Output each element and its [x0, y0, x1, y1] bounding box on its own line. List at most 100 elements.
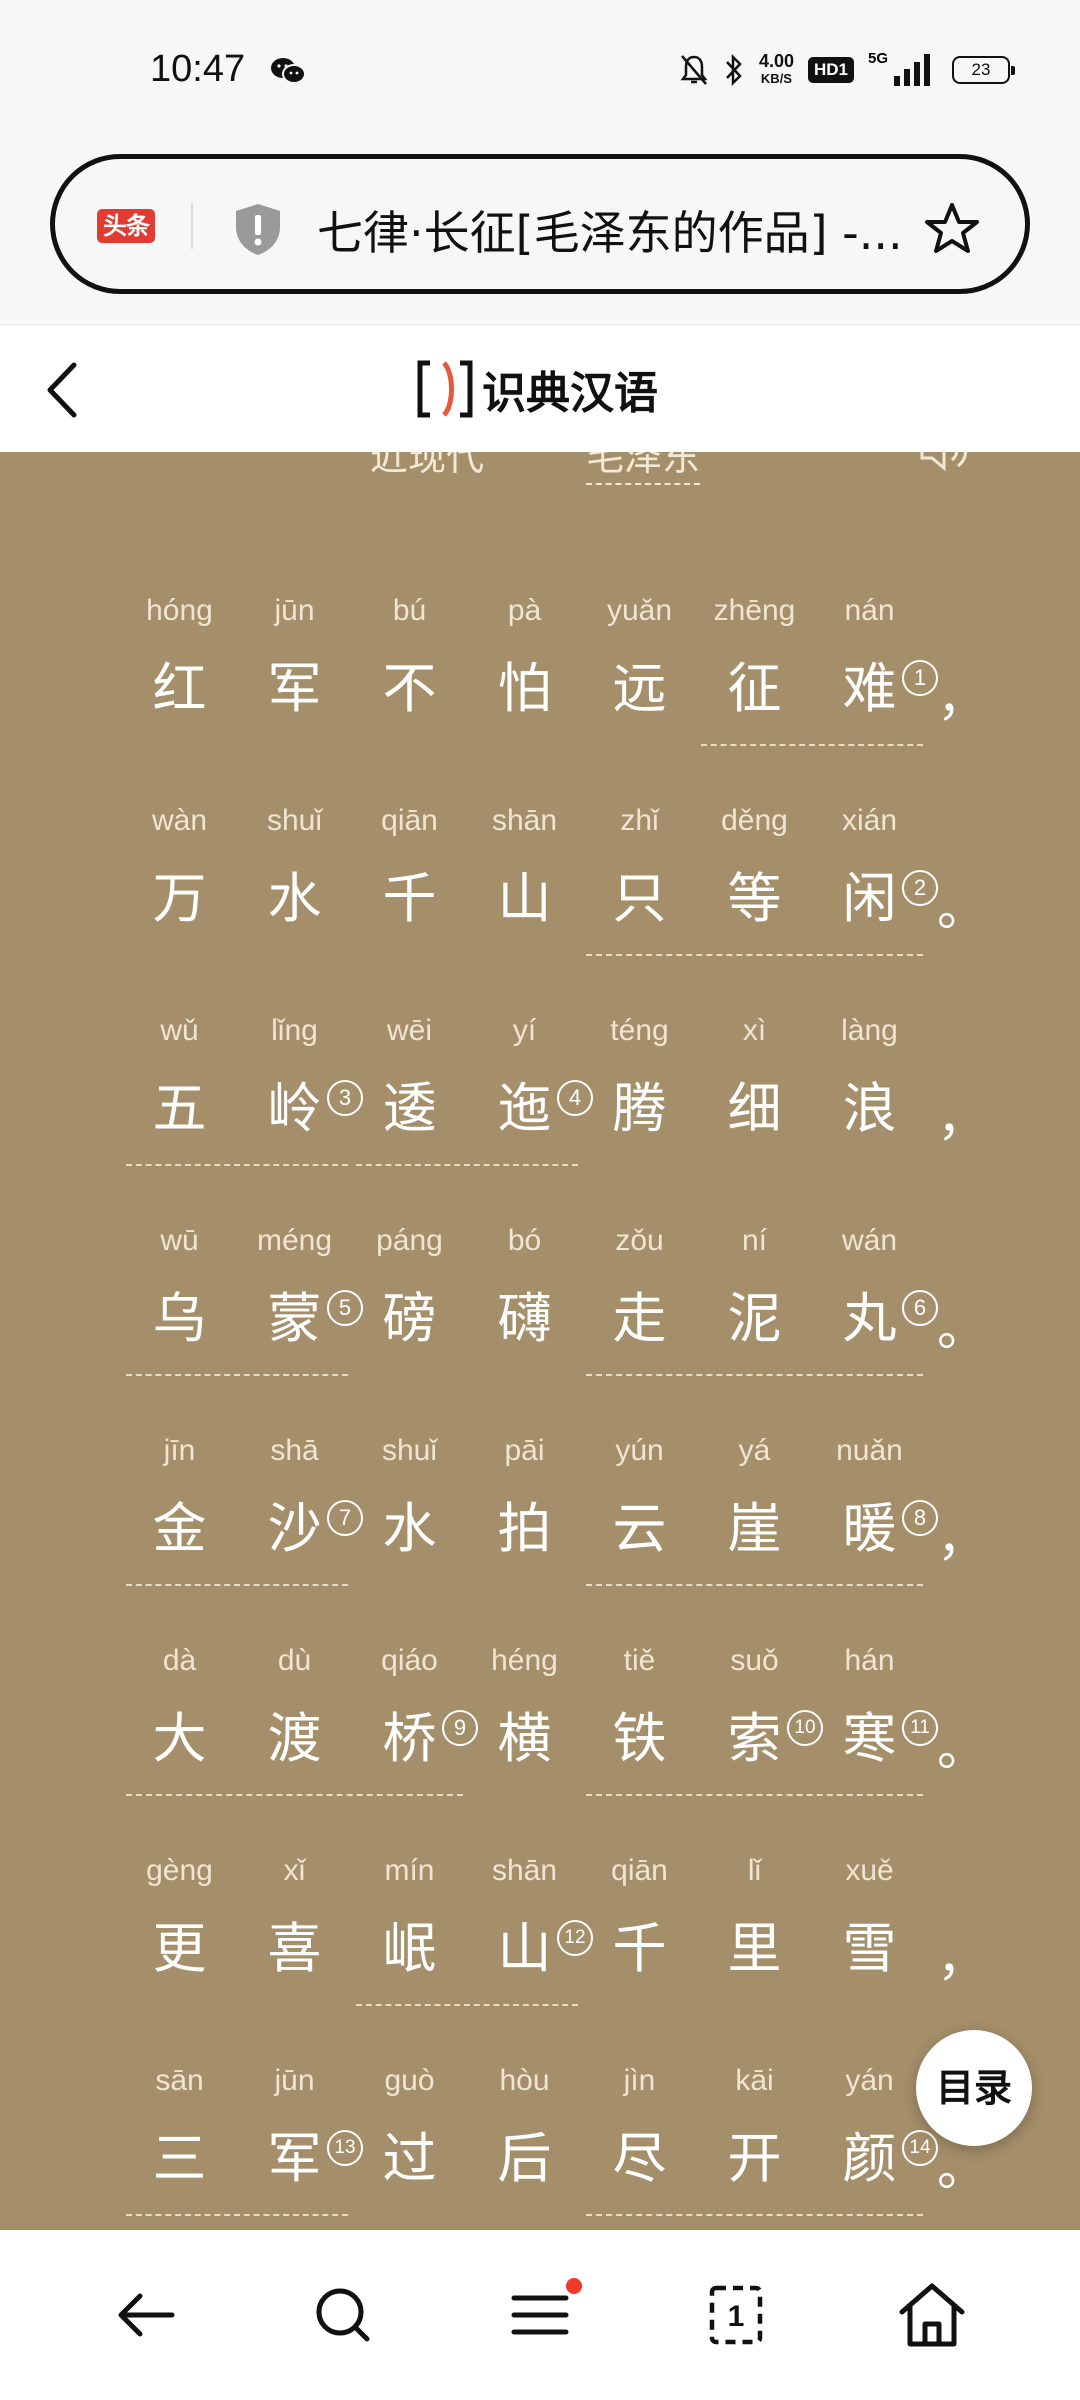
- poem-char[interactable]: pāi 拍: [467, 1434, 582, 1562]
- pinyin: jūn: [274, 594, 315, 627]
- annotation-marker[interactable]: 3: [327, 1080, 363, 1116]
- poem-char[interactable]: wǔ 五: [122, 1014, 237, 1142]
- speaker-icon[interactable]: [918, 452, 970, 472]
- poem-char[interactable]: tiě 铁: [582, 1644, 697, 1772]
- poem-char[interactable]: xǐ 喜: [237, 1854, 352, 1982]
- annotation-marker[interactable]: 12: [557, 1920, 593, 1956]
- annotation-marker[interactable]: 9: [442, 1710, 478, 1746]
- poem-char[interactable]: mín 岷: [352, 1854, 467, 1982]
- poem-char[interactable]: nuǎn 暖: [812, 1434, 927, 1562]
- pinyin: nán: [844, 594, 895, 627]
- poem-char[interactable]: yún 云: [582, 1434, 697, 1562]
- hanzi: 喜: [267, 1917, 322, 1980]
- annotation-marker[interactable]: 5: [327, 1290, 363, 1326]
- poem-char[interactable]: téng 腾: [582, 1014, 697, 1142]
- shield-icon[interactable]: [231, 201, 285, 257]
- poem-char[interactable]: bó 礴: [467, 1224, 582, 1352]
- poem-char[interactable]: qiáo 桥: [352, 1644, 467, 1772]
- poem-char[interactable]: wū 乌: [122, 1224, 237, 1352]
- poem-char[interactable]: yá 崖: [697, 1434, 812, 1562]
- nav-tabs-button[interactable]: 1: [696, 2280, 776, 2350]
- annotation-marker[interactable]: 13: [327, 2130, 363, 2166]
- poem-char[interactable]: jìn 尽: [582, 2064, 697, 2192]
- hanzi: 五: [152, 1077, 207, 1140]
- poem-char[interactable]: lǐ 里: [697, 1854, 812, 1982]
- back-chevron-icon[interactable]: [42, 359, 82, 421]
- poem-char[interactable]: hóng 红: [122, 594, 237, 722]
- poem-char[interactable]: guò 过: [352, 2064, 467, 2192]
- poem-char[interactable]: shuǐ 水: [237, 804, 352, 932]
- annotation-marker[interactable]: 11: [902, 1710, 938, 1746]
- hanzi: 怕: [497, 657, 552, 720]
- poem-char[interactable]: zhǐ 只: [582, 804, 697, 932]
- poem-char[interactable]: nán 难: [812, 594, 927, 722]
- poem-char[interactable]: děng 等: [697, 804, 812, 932]
- poem-char[interactable]: shā 沙: [237, 1434, 352, 1562]
- annotation-marker[interactable]: 14: [902, 2130, 938, 2166]
- poem-char[interactable]: méng 蒙: [237, 1224, 352, 1352]
- poem-char[interactable]: làng 浪: [812, 1014, 927, 1142]
- star-icon[interactable]: [923, 201, 981, 257]
- annotation-marker[interactable]: 6: [902, 1290, 938, 1326]
- annotation-marker[interactable]: 4: [557, 1080, 593, 1116]
- poem-char[interactable]: wàn 万: [122, 804, 237, 932]
- poem-char[interactable]: pà 怕: [467, 594, 582, 722]
- poem-char[interactable]: zhēng 征: [697, 594, 812, 722]
- poem-char[interactable]: xuě 雪: [812, 1854, 927, 1982]
- toutiao-logo[interactable]: 头条: [97, 209, 155, 243]
- poem-char[interactable]: wán 丸: [812, 1224, 927, 1352]
- poem-char[interactable]: dù 渡: [237, 1644, 352, 1772]
- annotation-marker[interactable]: 10: [787, 1710, 823, 1746]
- annotation-underline: [356, 2004, 578, 2006]
- annotation-marker[interactable]: 1: [902, 660, 938, 696]
- pinyin: dà: [162, 1644, 197, 1677]
- annotation-underline: [356, 1164, 578, 1166]
- poem-char[interactable]: zǒu 走: [582, 1224, 697, 1352]
- poem-char[interactable]: yán 颜: [812, 2064, 927, 2192]
- poem-char[interactable]: xì 细: [697, 1014, 812, 1142]
- pinyin: děng: [721, 804, 788, 837]
- annotation-marker[interactable]: 8: [902, 1500, 938, 1536]
- hanzi: 拍: [497, 1497, 552, 1560]
- pinyin: lǐ: [747, 1854, 762, 1887]
- poem-char[interactable]: hòu 后: [467, 2064, 582, 2192]
- nav-search-button[interactable]: [304, 2280, 384, 2350]
- poem-char[interactable]: kāi 开: [697, 2064, 812, 2192]
- poem-char[interactable]: qiān 千: [582, 1854, 697, 1982]
- poem-char[interactable]: ní 泥: [697, 1224, 812, 1352]
- poem-char[interactable]: shān 山: [467, 1854, 582, 1982]
- poem-char[interactable]: jūn 军: [237, 2064, 352, 2192]
- page-title[interactable]: 七律·长征[毛泽东的作品] -...: [317, 197, 957, 263]
- annotation-marker[interactable]: 7: [327, 1500, 363, 1536]
- poem-char[interactable]: yuǎn 远: [582, 594, 697, 722]
- poem-char[interactable]: gèng 更: [122, 1854, 237, 1982]
- nav-back-button[interactable]: [108, 2280, 188, 2350]
- poem-char[interactable]: sān 三: [122, 2064, 237, 2192]
- poem-char[interactable]: suǒ 索: [697, 1644, 812, 1772]
- poem-char[interactable]: dà 大: [122, 1644, 237, 1772]
- poem-char[interactable]: wēi 逶: [352, 1014, 467, 1142]
- poem-char[interactable]: xián 闲: [812, 804, 927, 932]
- url-bar[interactable]: 头条 七律·长征[毛泽东的作品] -...: [50, 154, 1030, 294]
- poem-char[interactable]: yí 迤: [467, 1014, 582, 1142]
- poem-char[interactable]: jīn 金: [122, 1434, 237, 1562]
- nav-home-button[interactable]: [892, 2280, 972, 2350]
- poem-char[interactable]: páng 磅: [352, 1224, 467, 1352]
- toc-button[interactable]: 目录: [916, 2030, 1032, 2146]
- hanzi: 开: [727, 2127, 782, 2190]
- poem-era: 近现代: [370, 452, 485, 479]
- annotation-marker[interactable]: 2: [902, 870, 938, 906]
- poem-char[interactable]: qiān 千: [352, 804, 467, 932]
- hanzi: 泥: [727, 1287, 782, 1350]
- poem-char[interactable]: bú 不: [352, 594, 467, 722]
- poem-char[interactable]: héng 横: [467, 1644, 582, 1772]
- poem-author-link[interactable]: 毛泽东: [586, 452, 701, 485]
- poem-char[interactable]: hán 寒: [812, 1644, 927, 1772]
- poem-char[interactable]: shān 山: [467, 804, 582, 932]
- battery-indicator: 23: [952, 56, 1015, 84]
- poem-char[interactable]: shuǐ 水: [352, 1434, 467, 1562]
- pinyin: lǐng: [271, 1014, 318, 1047]
- poem-char[interactable]: lǐng 岭: [237, 1014, 352, 1142]
- hanzi: 等: [727, 867, 782, 930]
- poem-char[interactable]: jūn 军: [237, 594, 352, 722]
